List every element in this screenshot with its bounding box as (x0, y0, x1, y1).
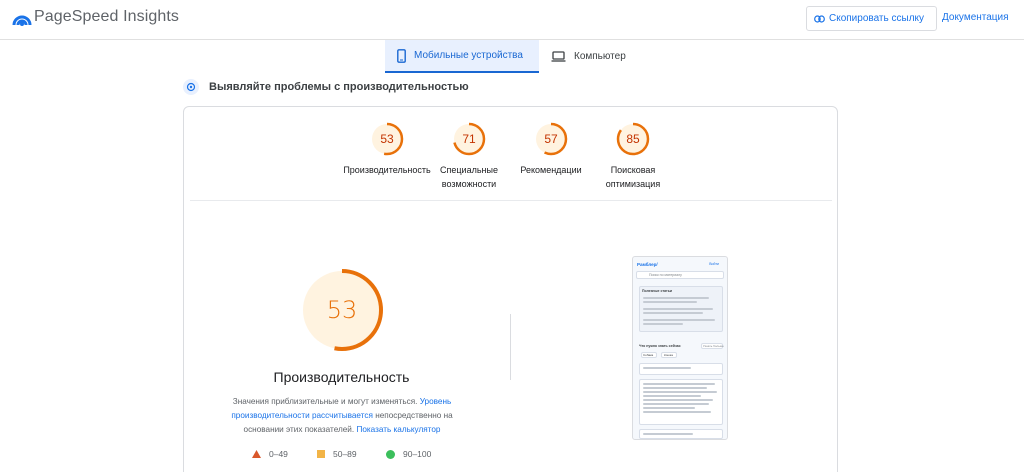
tab-mobile[interactable]: Мобильные устройства (385, 40, 539, 73)
card-divider (190, 200, 832, 201)
score-note-text: Значения приблизительные и могут изменят… (232, 397, 418, 406)
legend-pass: 90–100 (386, 449, 431, 459)
square-icon (317, 450, 325, 458)
performance-score: 53 (326, 296, 358, 324)
tab-desktop-label: Компьютер (574, 51, 626, 62)
score-value: 85 (626, 132, 640, 146)
phone-icon (397, 48, 406, 63)
score-label: Специальные возможности (424, 163, 514, 191)
app-title: PageSpeed Insights (34, 8, 180, 25)
legend-fail: 0–49 (252, 449, 288, 459)
score-label-line: Рекомендации (520, 165, 582, 175)
speed-icon (183, 79, 199, 95)
score-gauge-3[interactable]: 57 (534, 122, 568, 156)
preview-chip-2: Кошка (664, 353, 673, 357)
link-icon (814, 14, 825, 23)
score-label: Поисковая оптимизация (588, 163, 678, 191)
performance-title: Производительность (273, 369, 410, 385)
circle-icon (386, 449, 395, 459)
score-note: Значения приблизительные и могут изменят… (217, 395, 467, 437)
triangle-icon (252, 450, 261, 458)
legend-average: 50–89 (317, 449, 357, 459)
legend-fail-range: 0–49 (269, 449, 288, 459)
tab-desktop[interactable]: Компьютер (545, 40, 645, 73)
score-label: Рекомендации (506, 163, 596, 177)
score-gauge-1[interactable]: 53 (370, 122, 404, 156)
show-calculator-link[interactable]: Показать калькулятор (356, 425, 440, 434)
copy-link-label: Скопировать ссылку (829, 13, 925, 24)
page-screenshot-preview: Рамблер/ Войти Поиск по материалу Полезн… (632, 256, 728, 440)
score-label-line: Поисковая (610, 165, 656, 175)
preview-login: Войти (709, 262, 719, 266)
preview-brand: Рамблер/ (637, 262, 658, 267)
preview-section-title: Что нужно знать сейчас (639, 344, 681, 348)
score-label-line: Специальные (440, 165, 498, 175)
section-title: Выявляйте проблемы с производительностью (209, 81, 469, 93)
vertical-divider (510, 314, 511, 380)
legend-pass-range: 90–100 (403, 449, 432, 459)
preview-more: Узнать больше (703, 344, 724, 348)
preview-chip-1: Собака (643, 353, 654, 357)
top-bar: PageSpeed Insights Скопировать ссылку До… (0, 0, 1024, 40)
score-label-line: оптимизация (605, 179, 661, 189)
score-gauge-2[interactable]: 71 (452, 122, 486, 156)
score-label-line: Производительность (343, 165, 431, 175)
score-value: 57 (544, 132, 558, 146)
laptop-icon (551, 51, 566, 62)
score-label: Производительность (342, 163, 432, 177)
score-gauge-4[interactable]: 85 (616, 122, 650, 156)
preview-box-title: Полезные статьи (642, 289, 673, 293)
preview-search-hint: Поиск по материалу (649, 273, 682, 277)
copy-link-button[interactable]: Скопировать ссылку (806, 6, 937, 31)
pagespeed-logo-icon (12, 15, 32, 26)
score-label-line: возможности (441, 179, 497, 189)
documentation-link[interactable]: Документация (942, 12, 1009, 23)
tab-mobile-label: Мобильные устройства (414, 50, 523, 61)
legend-average-range: 50–89 (333, 449, 357, 459)
score-value: 71 (462, 132, 476, 146)
score-value: 53 (380, 132, 394, 146)
